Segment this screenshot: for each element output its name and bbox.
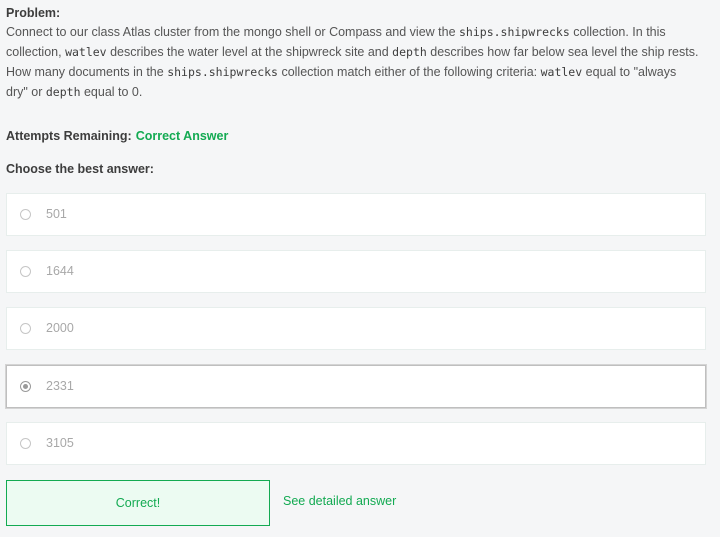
problem-text-segment: describes the water level at the shipwre…: [106, 45, 393, 59]
problem-text-segment: equal to "always: [582, 65, 677, 79]
answer-option-label: 2331: [46, 379, 74, 393]
attempts-status: Correct Answer: [135, 129, 229, 143]
problem-text-segment: describes how far below sea level the sh…: [426, 45, 699, 59]
radio-button-selected[interactable]: [20, 381, 31, 392]
code-collection-name: ships.shipwrecks: [167, 65, 278, 79]
problem-text-segment: collection. In this: [569, 25, 666, 39]
answer-option-1[interactable]: 501: [6, 193, 706, 236]
code-field-depth: depth: [45, 85, 81, 99]
choose-answer-heading: Choose the best answer:: [6, 162, 154, 176]
answer-option-2[interactable]: 1644: [6, 250, 706, 293]
radio-button[interactable]: [20, 438, 31, 449]
radio-button[interactable]: [20, 323, 31, 334]
problem-text-segment: dry" or: [6, 85, 46, 99]
answer-option-4[interactable]: 2331: [6, 365, 706, 408]
code-collection-name: ships.shipwrecks: [459, 25, 570, 39]
answer-option-3[interactable]: 2000: [6, 307, 706, 350]
problem-text-segment: collection,: [6, 45, 66, 59]
see-detailed-answer-link[interactable]: See detailed answer: [283, 494, 396, 508]
radio-button[interactable]: [20, 266, 31, 277]
answer-option-5[interactable]: 3105: [6, 422, 706, 465]
problem-section: Problem: Connect to our class Atlas clus…: [6, 4, 714, 102]
code-field-watlev: watlev: [65, 45, 107, 59]
answer-option-label: 3105: [46, 436, 74, 450]
problem-title: Problem:: [6, 6, 61, 20]
problem-text-segment: Connect to our class Atlas cluster from …: [6, 25, 459, 39]
correct-result-box: Correct!: [6, 480, 270, 526]
answer-option-label: 501: [46, 207, 67, 221]
answer-option-label: 2000: [46, 321, 74, 335]
problem-text-segment: How many documents in the: [6, 65, 168, 79]
problem-text-segment: collection match either of the following…: [277, 65, 541, 79]
attempts-remaining: Attempts Remaining: Correct Answer: [6, 129, 228, 143]
attempts-label: Attempts Remaining:: [6, 129, 132, 143]
code-field-depth: depth: [392, 45, 427, 59]
radio-button[interactable]: [20, 209, 31, 220]
problem-text: Connect to our class Atlas cluster from …: [6, 22, 714, 102]
code-field-watlev: watlev: [540, 65, 583, 79]
answer-option-label: 1644: [46, 264, 74, 278]
problem-text-segment: equal to 0.: [80, 85, 143, 99]
